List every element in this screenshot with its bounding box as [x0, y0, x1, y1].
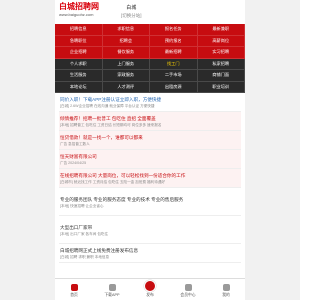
list-item[interactable]: 白城招聘网正式上线免费注册发布信息 [白城] 招聘 求职 兼职 本地信息	[59, 244, 241, 263]
menu-item[interactable]: 商铺门面	[197, 70, 245, 82]
menu-item[interactable]: 求职信息	[102, 24, 150, 36]
list-item-sub: [白城] 2.6W企业招聘 在线沟通 就业保障 平台认证 方便快捷	[60, 104, 155, 108]
list-item-sub: 广告 2024/04/25	[60, 161, 87, 165]
menu-item[interactable]: 招聘信息	[55, 24, 103, 36]
list-item[interactable]: 同价入职！下载APP注册认证立即入职，方便快捷 [白城] 2.6W企业招聘 在线…	[59, 93, 241, 112]
logo-main-text: 白城招聘网	[59, 2, 99, 11]
list-item-title[interactable]: 专业的服务团队 专业的服务态度 专业的技术 专业的售后服务	[60, 196, 240, 203]
list-item-sub: [白城市] 就近找工作 工资月结 包吃住 五险一金 加班费 福利待遇好	[60, 180, 166, 184]
menu-item[interactable]: 高薪岗位	[197, 35, 245, 47]
list-item-title[interactable]: 倾情推荐！招聘一批普工 包吃住 直招 全面覆盖	[60, 115, 240, 122]
bottom-tabbar: 首页 下载APP 发布 会员中心 我的	[55, 278, 245, 300]
menu-item[interactable]: 企业招聘	[55, 47, 103, 59]
list-item-title[interactable]: 恒天财富有限公司	[60, 153, 240, 160]
menu-item[interactable]: 最新招聘	[150, 47, 198, 59]
menu-item[interactable]: 职业培训	[197, 81, 245, 93]
list-item[interactable]: 在线招聘有限公司 大量岗位，可以轻松找到一份适合你的工作 [白城市] 就近找工作…	[59, 169, 241, 188]
user-icon	[222, 284, 230, 291]
list-item-sub: 广告 急招普工数人	[60, 142, 90, 146]
info-list: 同价入职！下载APP注册认证立即入职，方便快捷 [白城] 2.6W企业招聘 在线…	[55, 93, 245, 263]
tab-label: 我的	[222, 293, 230, 297]
tab-download-app[interactable]: 下载APP	[97, 284, 127, 298]
home-icon	[70, 284, 78, 291]
city-switcher[interactable]: 白城 [切换分站]	[121, 5, 142, 19]
list-item[interactable]: 大型出口厂家带 [本地] 出口厂家 各车间 包吃住	[59, 216, 241, 244]
member-icon	[184, 284, 192, 291]
menu-item[interactable]: 家政服务	[102, 70, 150, 82]
tab-label: 发布	[146, 293, 154, 297]
category-menu: 招聘信息 求职信息 报名任务 最新兼职 急聘职位 招聘会 预约报名 高薪岗位 企…	[55, 24, 245, 93]
tab-mine[interactable]: 我的	[211, 284, 241, 298]
menu-item[interactable]: 报名任务	[150, 24, 198, 36]
menu-item[interactable]: 餐饮服务	[102, 47, 150, 59]
list-item-title[interactable]: 恒贷借款！就是一找一个，谁都可以都来	[60, 134, 240, 141]
list-item[interactable]: 恒贷借款！就是一找一个，谁都可以都来 广告 急招普工数人	[59, 131, 241, 150]
menu-item[interactable]: 本地论坛	[55, 81, 103, 93]
tab-publish[interactable]: 发布	[135, 280, 165, 298]
menu-item[interactable]: 二手市场	[150, 70, 198, 82]
publish-icon	[144, 280, 156, 292]
site-header: 白城招聘网 www.baiguohz.com 白城 [切换分站]	[55, 0, 245, 24]
menu-item[interactable]: 人才测评	[102, 81, 150, 93]
list-item-title[interactable]: 白城招聘网正式上线免费注册发布信息	[60, 247, 240, 254]
download-icon	[108, 284, 116, 291]
logo-url-text: www.baiguohz.com	[59, 12, 94, 17]
menu-item[interactable]: 急聘职位	[55, 35, 103, 47]
menu-item[interactable]: 预约报名	[150, 35, 198, 47]
tab-label: 首页	[70, 293, 78, 297]
menu-item[interactable]: 上门服务	[102, 58, 150, 70]
list-item-sub: [本地] 出口厂家 各车间 包吃住	[60, 232, 109, 236]
site-logo[interactable]: 白城招聘网 www.baiguohz.com	[59, 2, 111, 22]
list-item[interactable]: 倾情推荐！招聘一批普工 包吃住 直招 全面覆盖 [本地] 招聘普工 包吃住 工资…	[59, 112, 241, 131]
menu-item[interactable]: 生活服务	[55, 70, 103, 82]
menu-item[interactable]: 实习招聘	[197, 47, 245, 59]
mobile-page: 白城招聘网 www.baiguohz.com 白城 [切换分站] 招聘信息 求职…	[55, 0, 245, 300]
menu-item[interactable]: 私家招聘	[197, 58, 245, 70]
list-item-title[interactable]: 大型出口厂家带	[60, 224, 240, 231]
tab-label: 会员中心	[180, 293, 196, 297]
tab-label: 下载APP	[104, 293, 120, 297]
menu-item[interactable]: 最新兼职	[197, 24, 245, 36]
menu-item[interactable]: 个人求职	[55, 58, 103, 70]
menu-item[interactable]: 找工门	[150, 58, 198, 70]
city-switch-link[interactable]: [切换分站]	[121, 12, 142, 19]
page-background: 白城招聘网 www.baiguohz.com 白城 [切换分站] 招聘信息 求职…	[0, 0, 300, 300]
menu-item[interactable]: 出租房源	[150, 81, 198, 93]
list-item-sub: [白城] 招聘 求职 兼职 本地信息	[60, 255, 110, 259]
list-item-sub: [本地] 快速招聘 让企业省心	[60, 204, 104, 208]
tab-home[interactable]: 首页	[59, 284, 89, 298]
tab-member-center[interactable]: 会员中心	[173, 284, 203, 298]
city-name: 白城	[126, 5, 137, 11]
list-item[interactable]: 恒天财富有限公司 广告 2024/04/25	[59, 150, 241, 169]
list-item-title[interactable]: 在线招聘有限公司 大量岗位，可以轻松找到一份适合你的工作	[60, 172, 240, 179]
menu-item[interactable]: 招聘会	[102, 35, 150, 47]
list-item-title[interactable]: 同价入职！下载APP注册认证立即入职，方便快捷	[60, 96, 240, 103]
list-item-sub: [本地] 招聘普工 包吃住 工资日结 长短期均可 岗位多多 速来报名	[60, 123, 162, 127]
list-item[interactable]: 专业的服务团队 专业的服务态度 专业的技术 专业的售后服务 [本地] 快速招聘 …	[59, 188, 241, 216]
